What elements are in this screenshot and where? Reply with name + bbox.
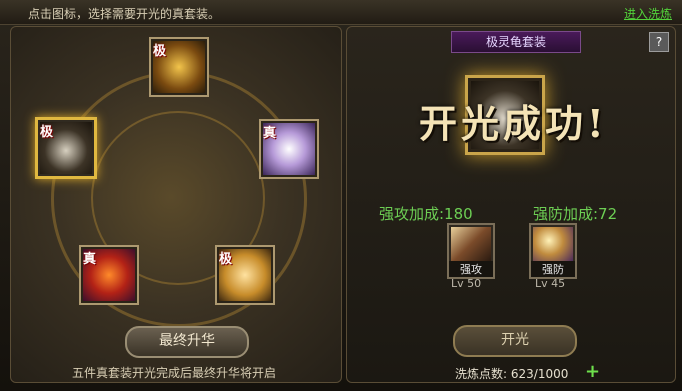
skill-name: 强防 xyxy=(531,261,575,277)
set-blessing-window: 点击图标，选择需要开光的真套装。 进入洗炼 极 极 真 真 极 最终升华 五件真… xyxy=(0,0,682,391)
tier-tag: 极 xyxy=(40,125,54,140)
attack-bonus-text: 强攻加成:180 xyxy=(379,205,473,223)
set-slot-left-selected[interactable]: 极 xyxy=(35,117,97,179)
blessing-result-panel: 极灵龟套装 ? 开光成功! 强攻加成:180 强防加成:72 强攻 Lv 50 … xyxy=(346,26,676,383)
defense-bonus-text: 强防加成:72 xyxy=(533,205,618,223)
instruction-text: 点击图标，选择需要开光的真套装。 xyxy=(28,7,221,21)
attack-skill-icon[interactable]: 强攻 xyxy=(447,223,495,279)
tier-tag: 极 xyxy=(219,252,233,267)
set-slot-bottom-left[interactable]: 真 xyxy=(79,245,139,305)
refine-points-value: 623/1000 xyxy=(510,367,569,381)
set-slot-bottom-right[interactable]: 极 xyxy=(215,245,275,305)
enter-refine-link[interactable]: 进入洗炼 xyxy=(624,5,672,22)
final-sublimation-note: 五件真套装开光完成后最终升华将开启 xyxy=(72,366,277,380)
sword-icon xyxy=(451,227,491,261)
defense-skill-icon[interactable]: 强防 xyxy=(529,223,577,279)
refine-points-label: 洗炼点数: xyxy=(455,367,508,381)
refine-points-display: 洗炼点数: 623/1000 xyxy=(455,365,568,382)
set-name-title: 极灵龟套装 xyxy=(451,31,581,53)
tier-tag: 真 xyxy=(83,252,97,267)
final-sublimation-button[interactable]: 最终升华 xyxy=(125,326,249,358)
success-banner: 开光成功! xyxy=(419,101,608,146)
set-slot-right[interactable]: 真 xyxy=(259,119,319,179)
shield-icon xyxy=(533,227,573,261)
tier-tag: 真 xyxy=(263,126,277,141)
tier-tag: 极 xyxy=(153,44,167,59)
defense-skill-level: Lv 45 xyxy=(535,277,566,290)
add-points-button[interactable]: + xyxy=(585,361,600,382)
skill-name: 强攻 xyxy=(449,261,493,277)
help-button[interactable]: ? xyxy=(649,32,669,52)
attack-skill-level: Lv 50 xyxy=(451,277,482,290)
open-blessing-button[interactable]: 开光 xyxy=(453,325,577,357)
set-slot-top[interactable]: 极 xyxy=(149,37,209,97)
top-bar: 点击图标，选择需要开光的真套装。 进入洗炼 xyxy=(0,0,682,25)
